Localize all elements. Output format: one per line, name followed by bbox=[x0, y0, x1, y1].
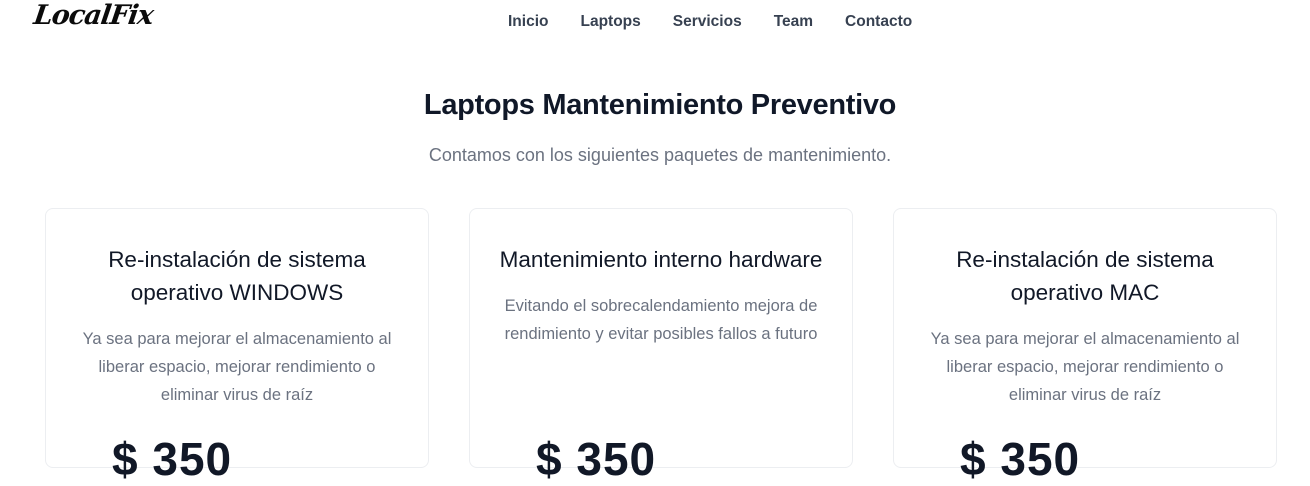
pricing-card-hardware: Mantenimiento interno hardware Evitando … bbox=[469, 208, 853, 485]
pricing-cards: Re-instalación de sistema operativo WIND… bbox=[45, 208, 1277, 485]
nav-link-servicios[interactable]: Servicios bbox=[673, 13, 742, 31]
card-description: Ya sea para mejorar el almacenamiento al… bbox=[930, 330, 1240, 404]
nav-link-team[interactable]: Team bbox=[774, 13, 813, 31]
card-title: Re-instalación de sistema operativo WIND… bbox=[108, 247, 366, 305]
brand-logo[interactable]: LocalFix bbox=[32, 0, 155, 31]
nav-link-contacto[interactable]: Contacto bbox=[845, 13, 912, 31]
navbar: LocalFix Inicio Laptops Servicios Team C… bbox=[0, 0, 1310, 46]
pricing-card-mac: Re-instalación de sistema operativo MAC … bbox=[893, 208, 1277, 485]
page-title: Laptops Mantenimiento Preventivo bbox=[423, 89, 897, 121]
page-subtitle: Contamos con los siguientes paquetes de … bbox=[428, 145, 892, 165]
card-price: $ 350 bbox=[536, 433, 657, 485]
card-price: $ 350 bbox=[112, 433, 233, 485]
main-nav: Inicio Laptops Servicios Team Contacto bbox=[508, 13, 912, 31]
card-description: Ya sea para mejorar el almacenamiento al… bbox=[82, 330, 392, 404]
nav-link-laptops[interactable]: Laptops bbox=[580, 13, 640, 31]
card-price: $ 350 bbox=[960, 433, 1081, 485]
card-description: Evitando el sobrecalendamiento mejora de… bbox=[504, 297, 818, 343]
pricing-card-windows: Re-instalación de sistema operativo WIND… bbox=[45, 208, 429, 485]
nav-link-inicio[interactable]: Inicio bbox=[508, 13, 548, 31]
card-title: Re-instalación de sistema operativo MAC bbox=[956, 247, 1214, 305]
card-title: Mantenimiento interno hardware bbox=[499, 247, 823, 272]
